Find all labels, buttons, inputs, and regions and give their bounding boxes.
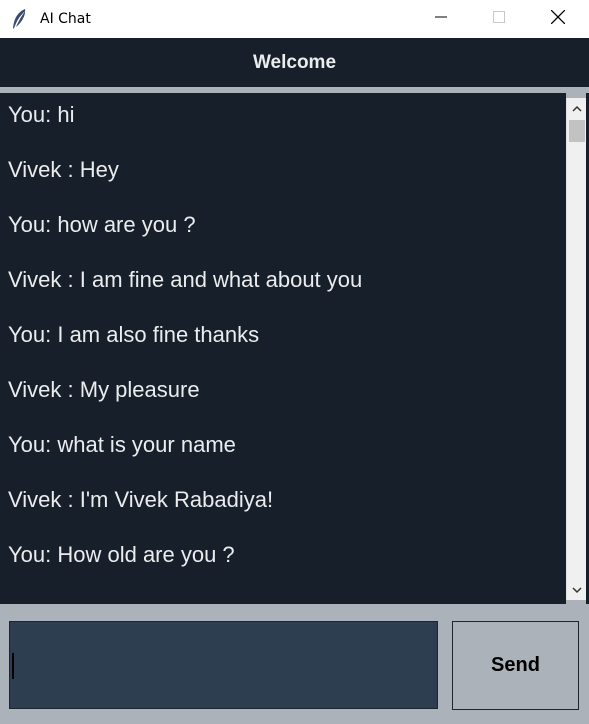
- minimize-icon: [435, 10, 447, 28]
- chat-message: You: what is your name: [8, 432, 236, 457]
- window-titlebar: AI Chat: [0, 0, 589, 38]
- chat-message: You: I am also fine thanks: [8, 322, 260, 347]
- minimize-button[interactable]: [412, 0, 470, 38]
- welcome-header: Welcome: [0, 38, 589, 87]
- text-caret: [12, 653, 14, 679]
- chat-message: Vivek : Hey: [8, 157, 119, 182]
- chat-message: You: How old are you ?: [8, 542, 235, 567]
- chat-message: Vivek : My pleasure: [8, 377, 200, 402]
- close-button[interactable]: [529, 0, 587, 38]
- window-title: AI Chat: [40, 11, 91, 27]
- chat-message: You: how are you ?: [8, 212, 196, 237]
- chat-message: Vivek : I am fine and what about you: [8, 267, 363, 292]
- chevron-up-icon: [572, 99, 582, 117]
- chat-message: You: hi: [8, 102, 75, 127]
- maximize-icon: [493, 10, 505, 28]
- scroll-down-button[interactable]: [567, 580, 587, 600]
- maximize-button[interactable]: [470, 0, 528, 38]
- header-title: Welcome: [252, 51, 337, 73]
- scroll-thumb[interactable]: [569, 120, 585, 142]
- chat-message: Vivek : I'm Vivek Rabadiya!: [8, 487, 274, 512]
- scroll-up-button[interactable]: [567, 98, 587, 118]
- chevron-down-icon: [572, 581, 582, 599]
- feather-icon: [10, 8, 30, 30]
- send-button[interactable]: Send: [452, 621, 579, 710]
- chat-scrollbar[interactable]: [566, 98, 587, 600]
- send-button-label: Send: [491, 654, 540, 676]
- close-icon: [550, 9, 566, 29]
- message-input[interactable]: [9, 621, 438, 709]
- chat-log[interactable]: You: hi Vivek : Hey You: how are you ? V…: [0, 93, 566, 604]
